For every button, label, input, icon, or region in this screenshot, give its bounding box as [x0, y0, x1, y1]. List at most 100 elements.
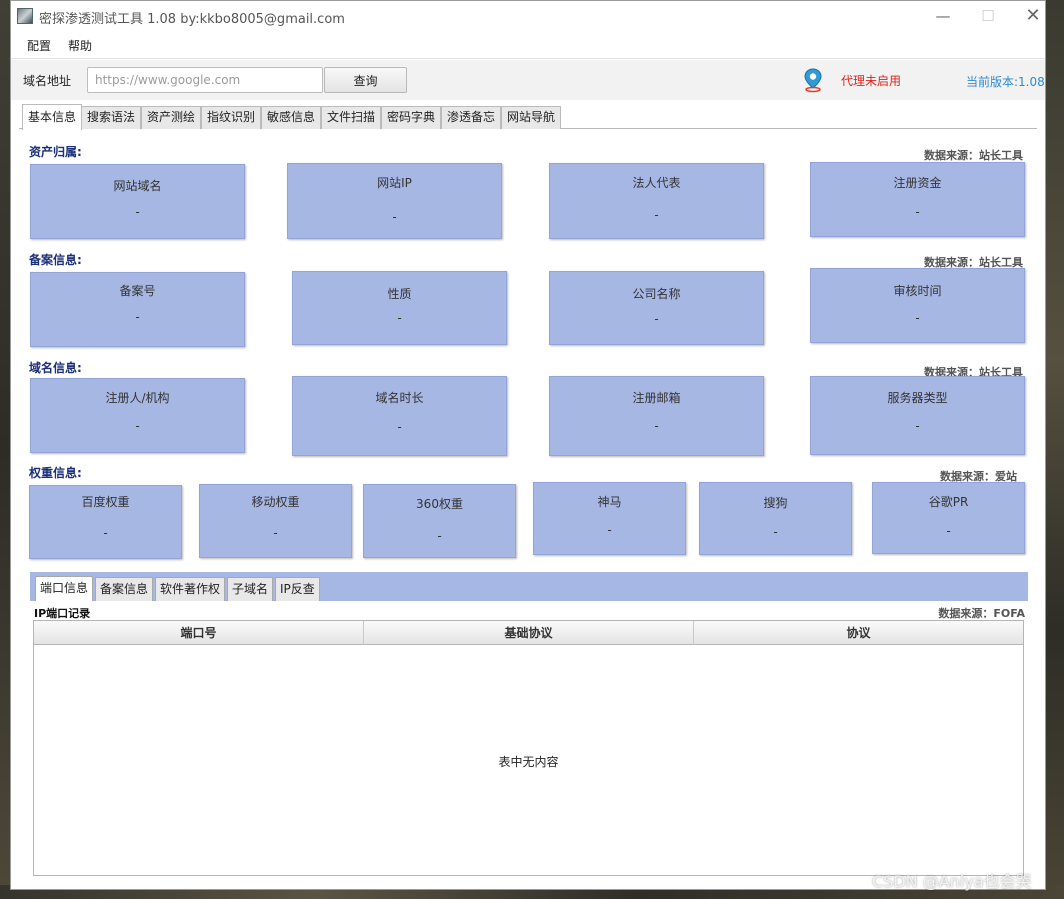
tab-password-dict[interactable]: 密码字典 [381, 106, 442, 129]
tab-sensitive-info[interactable]: 敏感信息 [261, 106, 322, 129]
tab-fingerprint[interactable]: 指纹识别 [201, 106, 262, 129]
column-header-base-protocol[interactable]: 基础协议 [364, 621, 694, 645]
main-tab-bar: 基本信息 搜索语法 资产测绘 指纹识别 敏感信息 文件扫描 密码字典 渗透备忘 … [19, 104, 1037, 130]
subtab-ip-reverse[interactable]: IP反查 [275, 577, 320, 601]
card-label: 注册人/机构 [105, 391, 170, 405]
proxy-status[interactable]: 代理未启用 [841, 72, 901, 89]
section-title-weight: 权重信息: [29, 466, 82, 480]
menu-item-config[interactable]: 配置 [27, 37, 51, 54]
menu-item-help[interactable]: 帮助 [68, 37, 92, 54]
card-value: - [946, 524, 951, 538]
maximize-button[interactable]: ☐ [966, 4, 1010, 28]
info-card-registered-capital: 注册资金 - [810, 162, 1025, 237]
card-label: 网站域名 [113, 179, 162, 193]
app-icon [17, 8, 33, 24]
info-card-company-name: 公司名称 - [549, 271, 764, 345]
table-empty-message: 表中无内容 [498, 755, 559, 769]
domain-label: 域名地址 [23, 74, 72, 88]
card-label: 网站IP [377, 176, 412, 190]
card-value: - [654, 208, 659, 222]
title-bar[interactable]: 密探渗透测试工具 1.08 by:kkbo8005@gmail.com — ☐ … [11, 1, 1045, 32]
section-title-assets: 资产归属: [29, 145, 82, 159]
card-value: - [397, 420, 402, 434]
info-card-baidu-weight: 百度权重 - [29, 485, 182, 559]
table-header: 端口号 基础协议 协议 [34, 621, 1023, 645]
info-card-server-type: 服务器类型 - [810, 376, 1025, 455]
column-header-protocol[interactable]: 协议 [694, 621, 1023, 645]
card-label: 搜狗 [763, 496, 788, 510]
info-card-shenma: 神马 - [533, 482, 686, 555]
subtab-subdomain[interactable]: 子域名 [227, 577, 274, 601]
subtab-port-info[interactable]: 端口信息 [35, 576, 94, 601]
card-label: 审核时间 [893, 284, 942, 298]
version-label: 当前版本:1.08 [966, 75, 1045, 89]
tab-pentest-notes[interactable]: 渗透备忘 [441, 106, 502, 129]
tab-asset-mapping[interactable]: 资产测绘 [141, 106, 202, 129]
data-source-fofa: 数据来源：FOFA [938, 607, 1025, 620]
card-value: - [273, 526, 278, 540]
card-value: - [397, 311, 402, 325]
info-card-icp-number: 备案号 - [30, 272, 245, 347]
tab-site-nav[interactable]: 网站导航 [501, 106, 562, 129]
card-label: 神马 [597, 495, 622, 509]
card-label: 百度权重 [81, 495, 130, 509]
port-table-title: IP端口记录 [34, 607, 91, 620]
info-card-legal-rep: 法人代表 - [549, 163, 764, 239]
card-label: 服务器类型 [887, 391, 948, 405]
query-button[interactable]: 查询 [324, 67, 407, 93]
info-card-site-domain: 网站域名 - [30, 164, 245, 239]
card-value: - [103, 526, 108, 540]
card-label: 性质 [387, 287, 412, 301]
card-value: - [392, 210, 397, 224]
card-label: 法人代表 [632, 176, 681, 190]
card-value: - [135, 205, 140, 219]
card-value: - [915, 205, 920, 219]
card-label: 备案号 [119, 284, 156, 298]
subtab-icp-info[interactable]: 备案信息 [95, 577, 154, 601]
menu-bar: 配置 帮助 [11, 32, 1045, 59]
desktop-background-right [1046, 0, 1064, 899]
info-card-mobile-weight: 移动权重 - [199, 484, 352, 558]
info-card-site-ip: 网站IP - [287, 163, 502, 239]
column-header-port[interactable]: 端口号 [34, 621, 364, 645]
card-value: - [915, 311, 920, 325]
card-label: 移动权重 [251, 495, 300, 509]
card-label: 域名时长 [375, 391, 424, 405]
card-value: - [654, 419, 659, 433]
info-card-domain-age: 域名时长 - [292, 376, 507, 456]
info-card-nature: 性质 - [292, 271, 507, 345]
domain-input[interactable] [87, 67, 323, 93]
tab-basic-info[interactable]: 基本信息 [22, 104, 83, 130]
detail-panel: 端口信息 备案信息 软件著作权 子域名 IP反查 IP端口记录 数据来源：FOF… [30, 572, 1028, 878]
port-table[interactable]: 端口号 基础协议 协议 表中无内容 [33, 620, 1024, 876]
info-card-review-time: 审核时间 - [810, 268, 1025, 343]
section-title-domain: 域名信息: [29, 361, 82, 375]
card-label: 谷歌PR [928, 495, 969, 509]
query-toolbar: 域名地址 查询 代理未启用 当前版本:1.08 [11, 60, 1045, 100]
sub-tab-bar: 端口信息 备案信息 软件著作权 子域名 IP反查 [30, 572, 1028, 601]
app-window: 密探渗透测试工具 1.08 by:kkbo8005@gmail.com — ☐ … [10, 0, 1046, 890]
minimize-button[interactable]: — [921, 4, 965, 28]
data-source-assets: 数据来源：站长工具 [924, 149, 1023, 162]
section-title-icp: 备案信息: [29, 253, 82, 267]
info-card-360-weight: 360权重 - [363, 484, 516, 558]
subtab-software-copyright[interactable]: 软件著作权 [155, 577, 226, 601]
info-card-registrant: 注册人/机构 - [30, 378, 245, 453]
card-value: - [773, 525, 778, 539]
card-label: 注册邮箱 [632, 391, 681, 405]
card-value: - [654, 312, 659, 326]
close-button[interactable]: ✕ [1011, 4, 1055, 28]
card-label: 注册资金 [893, 176, 942, 190]
card-value: - [915, 419, 920, 433]
tab-search-syntax[interactable]: 搜索语法 [81, 106, 142, 129]
card-value: - [135, 310, 140, 324]
info-card-sogou: 搜狗 - [699, 482, 852, 555]
info-card-google-pr: 谷歌PR - [872, 482, 1025, 554]
card-value: - [607, 523, 612, 537]
tab-file-scan[interactable]: 文件扫描 [321, 106, 382, 129]
card-label: 公司名称 [632, 287, 681, 301]
card-value: - [437, 529, 442, 543]
location-pin-icon[interactable] [801, 67, 825, 93]
window-title: 密探渗透测试工具 1.08 by:kkbo8005@gmail.com [39, 12, 345, 27]
csdn-watermark: CSDN @Aniya也会哭 [872, 872, 1032, 891]
